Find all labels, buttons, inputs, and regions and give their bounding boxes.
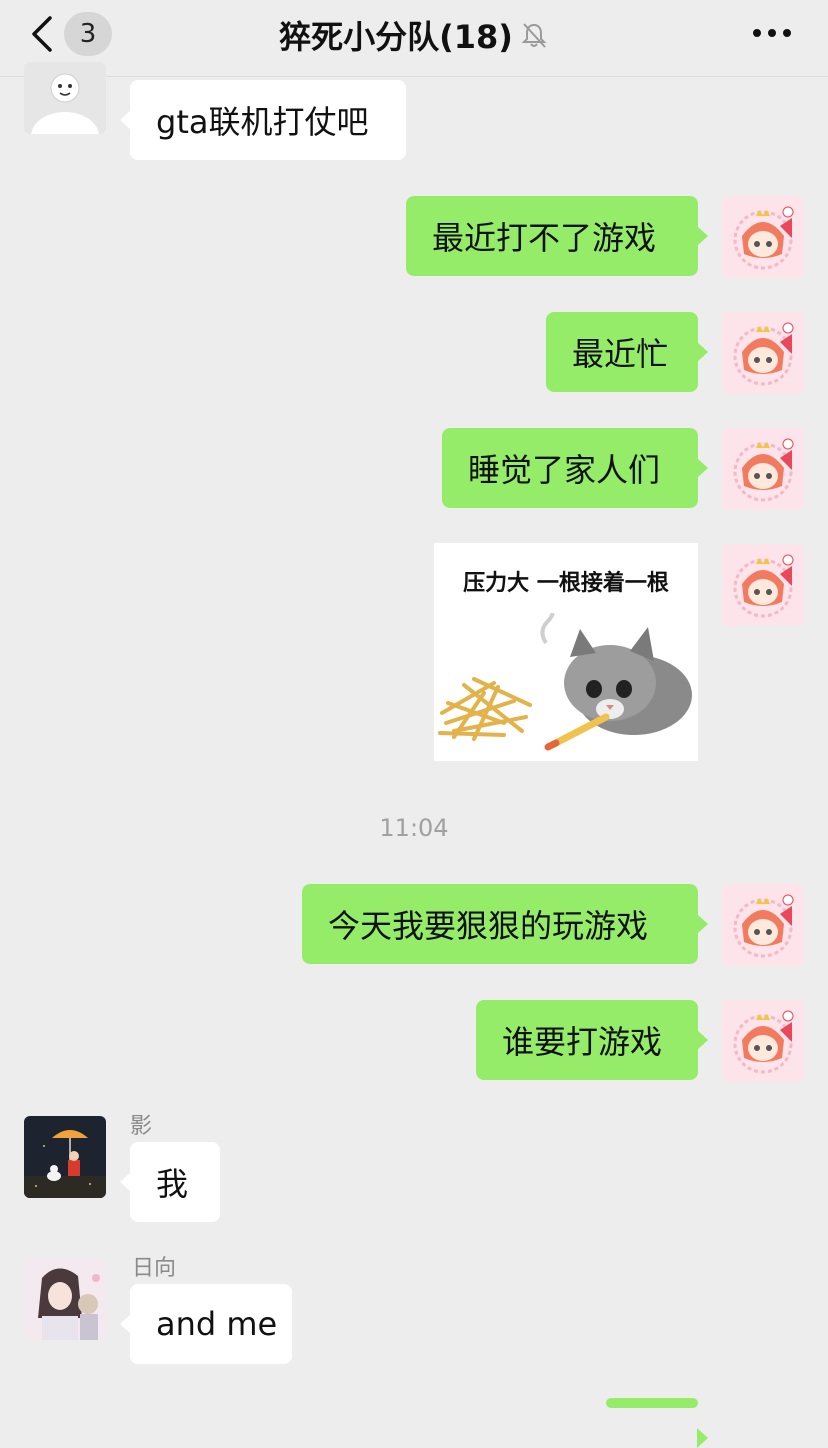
cat-smoking-fry-illustration: [438, 613, 692, 751]
message-bubble[interactable]: 最近忙: [546, 312, 708, 392]
title-bar: 猝死小分队(18): [0, 0, 828, 70]
message-bubble[interactable]: 今天我要狠狠的玩游戏: [302, 884, 708, 964]
sender-avatar[interactable]: [24, 62, 106, 134]
more-options-icon[interactable]: [752, 26, 792, 40]
message-bubble[interactable]: 我: [120, 1142, 220, 1222]
self-avatar[interactable]: [722, 196, 804, 278]
sender-avatar[interactable]: [24, 1258, 106, 1340]
message-bubble-partial[interactable]: [606, 1398, 708, 1448]
sender-avatar[interactable]: [24, 1116, 106, 1198]
muted-bell-icon: [521, 23, 547, 48]
message-bubble[interactable]: and me: [120, 1284, 292, 1364]
sender-name: 影: [130, 1114, 153, 1139]
message-timestamp: 11:04: [379, 814, 449, 842]
message-bubble[interactable]: 谁要打游戏: [476, 1000, 708, 1080]
self-avatar[interactable]: [722, 884, 804, 966]
message-bubble[interactable]: 睡觉了家人们: [442, 428, 708, 508]
chat-header: 3 猝死小分队(18): [0, 0, 828, 77]
sticker-caption: 压力大 一根接着一根: [463, 571, 669, 596]
sender-name: 日向: [132, 1256, 177, 1281]
message-bubble[interactable]: 最近打不了游戏: [406, 196, 708, 276]
self-avatar[interactable]: [722, 312, 804, 394]
message-bubble[interactable]: gta联机打仗吧: [120, 80, 406, 160]
cat-fries-sticker[interactable]: 压力大 一根接着一根: [434, 543, 698, 761]
self-avatar[interactable]: [722, 544, 804, 626]
self-avatar[interactable]: [722, 1000, 804, 1082]
chat-title: 猝死小分队(18): [279, 18, 513, 56]
self-avatar[interactable]: [722, 428, 804, 510]
